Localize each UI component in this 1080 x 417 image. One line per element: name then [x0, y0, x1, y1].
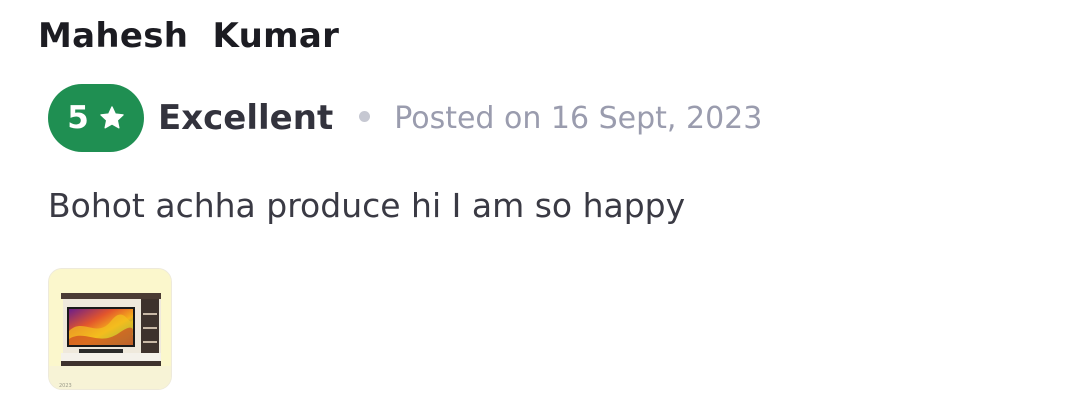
- tv-unit-photo: 2023: [49, 269, 171, 389]
- rating-badge: 5: [48, 84, 144, 152]
- posted-date: Posted on 16 Sept, 2023: [394, 100, 763, 136]
- rating-row: 5 Excellent Posted on 16 Sept, 2023: [48, 84, 762, 152]
- rating-label: Excellent: [158, 98, 334, 138]
- review-text: Bohot achha produce hi I am so happy: [48, 186, 686, 225]
- star-icon: [100, 106, 124, 129]
- svg-text:2023: 2023: [59, 383, 72, 389]
- review-photo-thumbnail[interactable]: 2023: [48, 268, 172, 390]
- rating-value: 5: [67, 100, 89, 136]
- reviewer-name: Mahesh Kumar: [38, 16, 340, 56]
- dot-separator: [359, 110, 371, 122]
- review-card: Mahesh Kumar 5 Excellent Posted on 16 Se…: [0, 0, 1080, 417]
